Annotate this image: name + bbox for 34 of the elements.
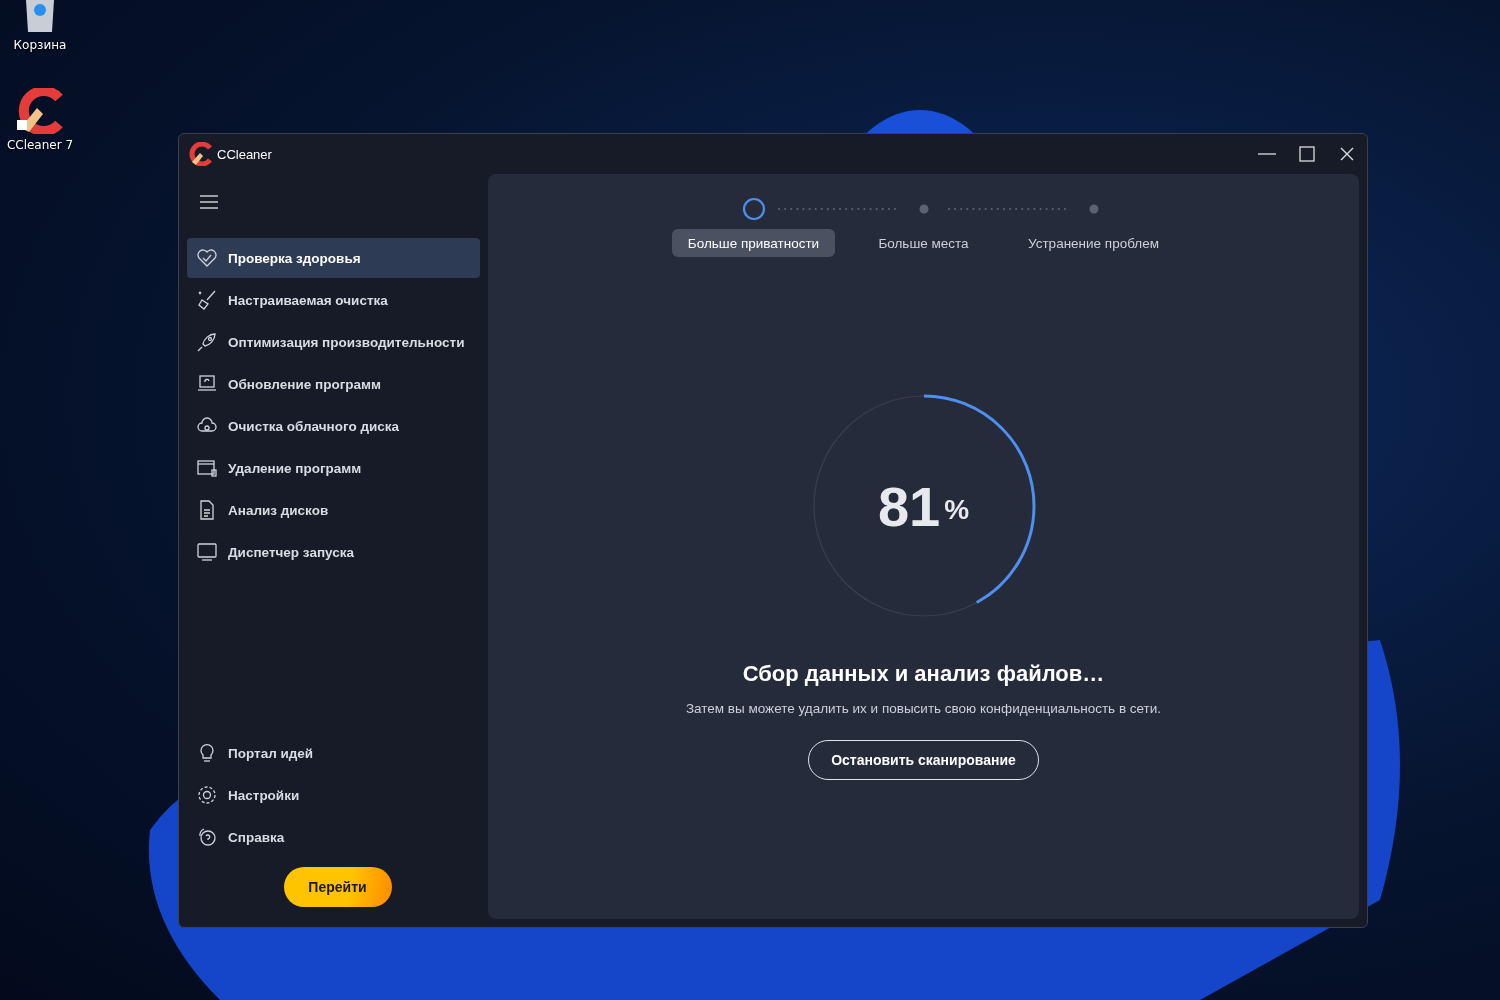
desktop-shortcut[interactable]: Корзина — [13, 0, 67, 52]
app-logo-icon — [15, 88, 65, 134]
sidebar-item[interactable]: Оптимизация производительности — [187, 322, 480, 362]
step-tab[interactable]: Больше места — [862, 229, 985, 257]
window-title: CCleaner — [217, 146, 272, 162]
menu-icon — [200, 195, 218, 209]
sidebar-item[interactable]: Настраиваемая очистка — [187, 280, 480, 320]
desktop-shortcut[interactable]: CCleaner 7 — [6, 88, 74, 152]
window-trash-icon — [196, 457, 218, 479]
sidebar-item[interactable]: Портал идей — [187, 733, 480, 773]
shortcut-label: CCleaner 7 — [6, 138, 74, 152]
step-tab[interactable]: Устранение проблем — [1012, 229, 1175, 257]
sidebar-item[interactable]: Диспетчер запуска — [187, 532, 480, 572]
settings-icon — [196, 784, 218, 806]
maximize-icon — [1299, 146, 1315, 162]
sidebar-item[interactable]: Анализ дисков — [187, 490, 480, 530]
sidebar-item[interactable]: Удаление программ — [187, 448, 480, 488]
go-button[interactable]: Перейти — [283, 867, 392, 907]
progress-value: 81 — [877, 473, 941, 539]
monitor-icon — [196, 541, 218, 563]
step-tab[interactable]: Больше приватности — [671, 229, 836, 257]
shortcut-label: Корзина — [13, 38, 67, 52]
sidebar-item[interactable]: Настройки — [187, 775, 480, 815]
sidebar-item[interactable]: Проверка здоровья — [187, 238, 480, 278]
sidebar-item[interactable]: Очистка облачного диска — [187, 406, 480, 446]
sidebar-item[interactable]: Обновление программ — [187, 364, 480, 404]
close-icon — [1340, 147, 1354, 161]
progress-unit: % — [944, 494, 970, 526]
minimize-icon — [1258, 153, 1276, 155]
status-description: Затем вы можете удалить их и повысить свою конфиденциальность в сети. — [685, 701, 1162, 716]
status-heading: Сбор данных и анализ файлов… — [742, 661, 1105, 687]
sidebar-item[interactable]: Справка — [187, 817, 480, 857]
heart-icon — [196, 247, 218, 269]
app-logo-icon — [189, 142, 213, 166]
